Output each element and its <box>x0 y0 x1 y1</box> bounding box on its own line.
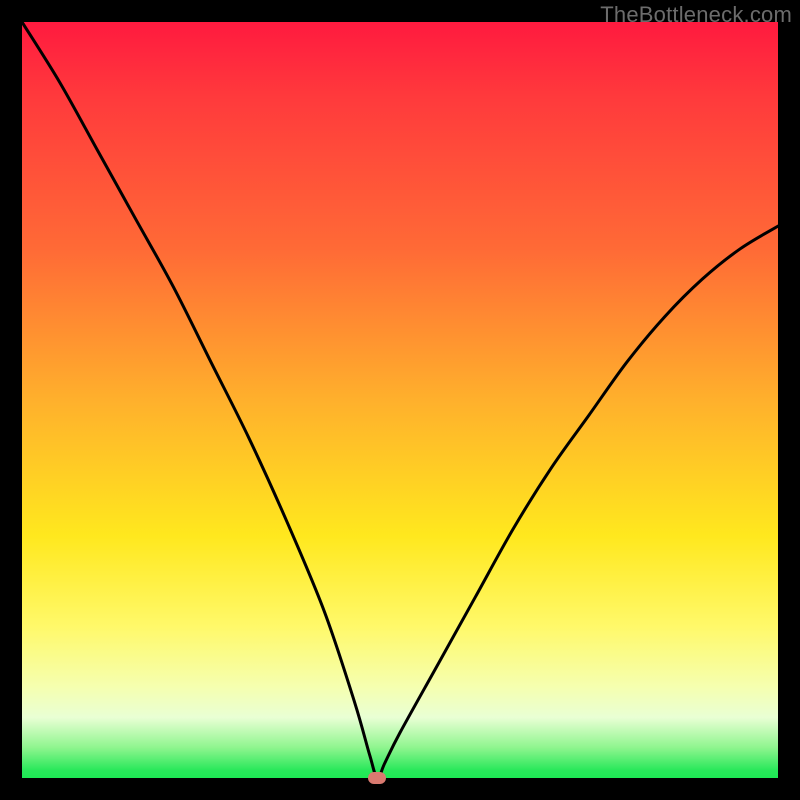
bottleneck-curve <box>22 22 778 778</box>
minimum-marker <box>368 772 386 784</box>
chart-frame: TheBottleneck.com <box>0 0 800 800</box>
plot-area <box>22 22 778 778</box>
watermark-text: TheBottleneck.com <box>600 2 792 28</box>
